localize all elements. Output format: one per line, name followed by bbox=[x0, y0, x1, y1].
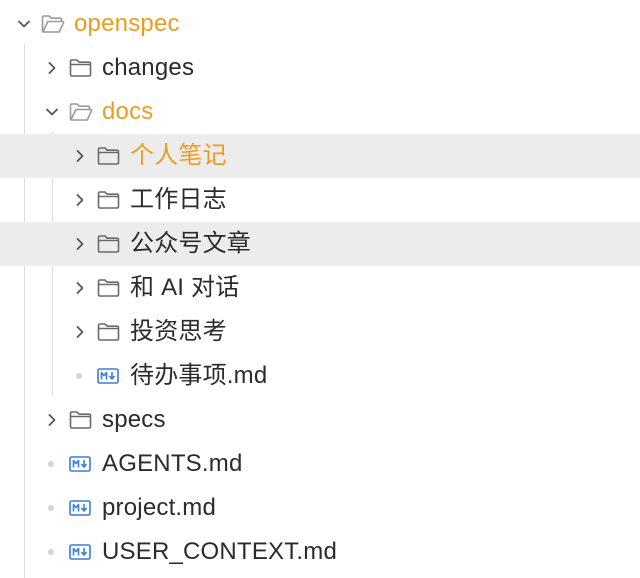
chevron-right-icon[interactable] bbox=[70, 146, 90, 166]
markdown-icon bbox=[97, 368, 119, 384]
folder-icon bbox=[97, 191, 120, 209]
tree-item-label: 工作日志 bbox=[130, 186, 227, 213]
folder-open-icon bbox=[69, 103, 93, 121]
tree-item-personal-notes[interactable]: 个人笔记 bbox=[0, 134, 640, 178]
folder-open-icon bbox=[41, 15, 65, 33]
tree-item-work-log[interactable]: 工作日志 bbox=[0, 178, 640, 222]
tree-item-changes[interactable]: changes bbox=[0, 46, 640, 90]
chevron-down-icon[interactable] bbox=[42, 102, 62, 122]
tree-item-label: changes bbox=[102, 54, 195, 81]
folder-icon bbox=[97, 147, 120, 165]
tree-item-openspec[interactable]: openspec bbox=[0, 2, 640, 46]
tree-item-label: project.md bbox=[102, 494, 217, 521]
tree-item-label: AGENTS.md bbox=[102, 450, 243, 477]
folder-icon bbox=[69, 411, 92, 429]
tree-item-label: docs bbox=[102, 98, 154, 125]
file-dot-icon bbox=[48, 549, 54, 555]
tree-item-label: 待办事项.md bbox=[130, 362, 268, 389]
tree-item-specs[interactable]: specs bbox=[0, 398, 640, 442]
folder-icon bbox=[97, 235, 120, 253]
tree-item-label: 投资思考 bbox=[130, 318, 227, 345]
chevron-right-icon[interactable] bbox=[70, 278, 90, 298]
tree-item-label: 个人笔记 bbox=[130, 142, 227, 169]
chevron-right-icon[interactable] bbox=[42, 58, 62, 78]
folder-icon bbox=[69, 59, 92, 77]
tree-item-articles[interactable]: 公众号文章 bbox=[0, 222, 640, 266]
chevron-right-icon[interactable] bbox=[70, 322, 90, 342]
tree-item-user-context-md[interactable]: USER_CONTEXT.md bbox=[0, 530, 640, 574]
tree-item-label: openspec bbox=[74, 10, 180, 37]
tree-item-label: 公众号文章 bbox=[130, 230, 251, 257]
tree-item-label: 和 AI 对话 bbox=[130, 274, 240, 301]
markdown-icon bbox=[69, 544, 91, 560]
chevron-right-icon[interactable] bbox=[70, 190, 90, 210]
file-dot-icon bbox=[48, 461, 54, 467]
tree-item-docs[interactable]: docs bbox=[0, 90, 640, 134]
chevron-right-icon[interactable] bbox=[70, 234, 90, 254]
tree-item-label: USER_CONTEXT.md bbox=[102, 538, 338, 565]
file-dot-icon bbox=[48, 505, 54, 511]
tree-item-todo-md[interactable]: 待办事项.md bbox=[0, 354, 640, 398]
chevron-down-icon[interactable] bbox=[14, 14, 34, 34]
tree-item-agents-md[interactable]: AGENTS.md bbox=[0, 442, 640, 486]
tree-item-label: specs bbox=[102, 406, 166, 433]
chevron-right-icon[interactable] bbox=[42, 410, 62, 430]
tree-item-project-md[interactable]: project.md bbox=[0, 486, 640, 530]
tree-item-ai-chats[interactable]: 和 AI 对话 bbox=[0, 266, 640, 310]
folder-icon bbox=[97, 279, 120, 297]
folder-icon bbox=[97, 323, 120, 341]
file-dot-icon bbox=[76, 373, 82, 379]
markdown-icon bbox=[69, 456, 91, 472]
tree-item-investment-thoughts[interactable]: 投资思考 bbox=[0, 310, 640, 354]
markdown-icon bbox=[69, 500, 91, 516]
file-explorer-tree: openspec changes docs 个人笔记 工作日志 公众号文章 和 … bbox=[0, 0, 640, 578]
